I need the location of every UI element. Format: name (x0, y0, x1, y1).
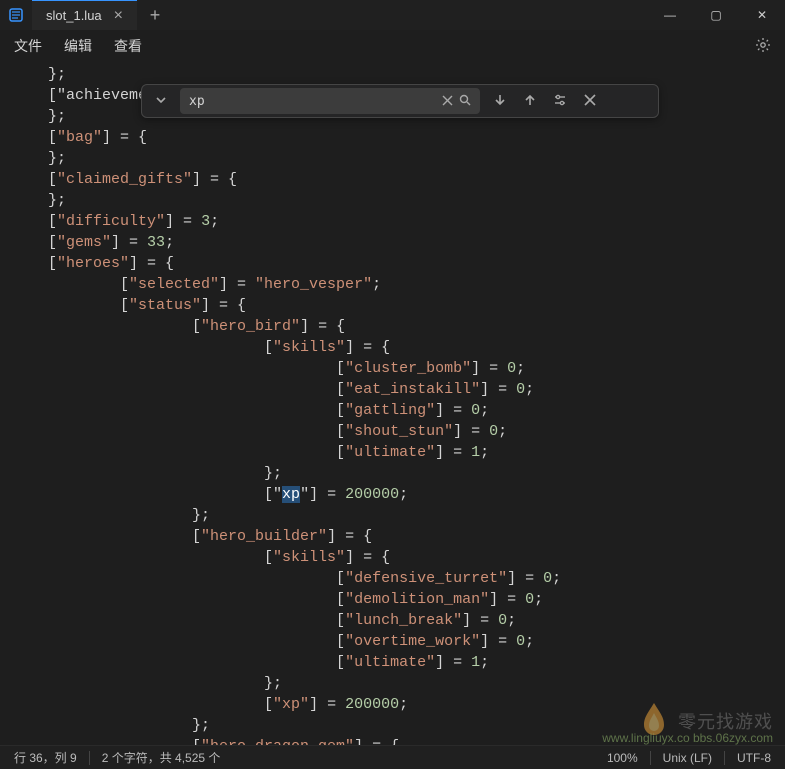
find-input[interactable] (189, 94, 436, 109)
tab-slot-1-lua[interactable]: slot_1.lua × (32, 0, 137, 30)
menu-file[interactable]: 文件 (14, 36, 42, 56)
divider (724, 751, 725, 765)
status-encoding[interactable]: UTF-8 (737, 751, 771, 765)
editor[interactable]: }; ["achieveme }; ["bag"] = { }; ["claim… (0, 62, 785, 745)
close-icon: ✕ (757, 8, 767, 22)
add-tab-button[interactable]: + (137, 0, 173, 30)
close-icon (584, 94, 596, 106)
close-window-button[interactable]: ✕ (739, 0, 785, 30)
find-input-wrap (180, 88, 480, 114)
maximize-button[interactable]: ▢ (693, 0, 739, 30)
find-bar (141, 84, 659, 118)
menu-view[interactable]: 查看 (114, 36, 142, 56)
menu-edit[interactable]: 编辑 (64, 36, 92, 56)
app-icon (0, 0, 32, 30)
status-selection[interactable]: 2 个字符，共 4,525 个 (102, 749, 221, 766)
minimize-button[interactable]: — (647, 0, 693, 30)
minimize-icon: — (664, 8, 676, 22)
statusbar: 行 36，列 9 2 个字符，共 4,525 个 100% Unix (LF) … (0, 745, 785, 769)
watermark-url: www.lingliuyx.co bbs.06zyx.com (602, 731, 773, 745)
arrow-down-icon (493, 93, 507, 107)
status-eol[interactable]: Unix (LF) (663, 751, 712, 765)
status-line-col[interactable]: 行 36，列 9 (14, 749, 77, 766)
find-options-button[interactable] (550, 93, 570, 110)
search-highlight: xp (282, 486, 300, 503)
window-controls: — ▢ ✕ (647, 0, 785, 30)
close-icon[interactable]: × (114, 7, 123, 25)
x-icon (442, 95, 453, 106)
find-next-button[interactable] (490, 93, 510, 110)
divider (650, 751, 651, 765)
code-content[interactable]: }; ["achieveme }; ["bag"] = { }; ["claim… (48, 64, 785, 745)
plus-icon: + (150, 5, 161, 26)
clear-search-button[interactable] (442, 94, 453, 109)
tab-label: slot_1.lua (46, 8, 102, 23)
search-icon (459, 94, 471, 106)
maximize-icon: ▢ (710, 8, 721, 22)
expand-replace-button[interactable] (152, 93, 170, 109)
titlebar: slot_1.lua × + — ▢ ✕ (0, 0, 785, 30)
status-zoom[interactable]: 100% (607, 751, 638, 765)
find-prev-button[interactable] (520, 93, 540, 110)
arrow-up-icon (523, 93, 537, 107)
chevron-down-icon (155, 94, 167, 106)
settings-button[interactable] (755, 37, 771, 56)
divider (89, 751, 90, 765)
close-find-button[interactable] (580, 93, 600, 109)
search-in-selection-button[interactable] (459, 94, 471, 109)
tabs: slot_1.lua × + (32, 0, 173, 30)
menubar: 文件 编辑 查看 (0, 30, 785, 62)
sliders-icon (553, 93, 567, 107)
gear-icon (755, 37, 771, 53)
